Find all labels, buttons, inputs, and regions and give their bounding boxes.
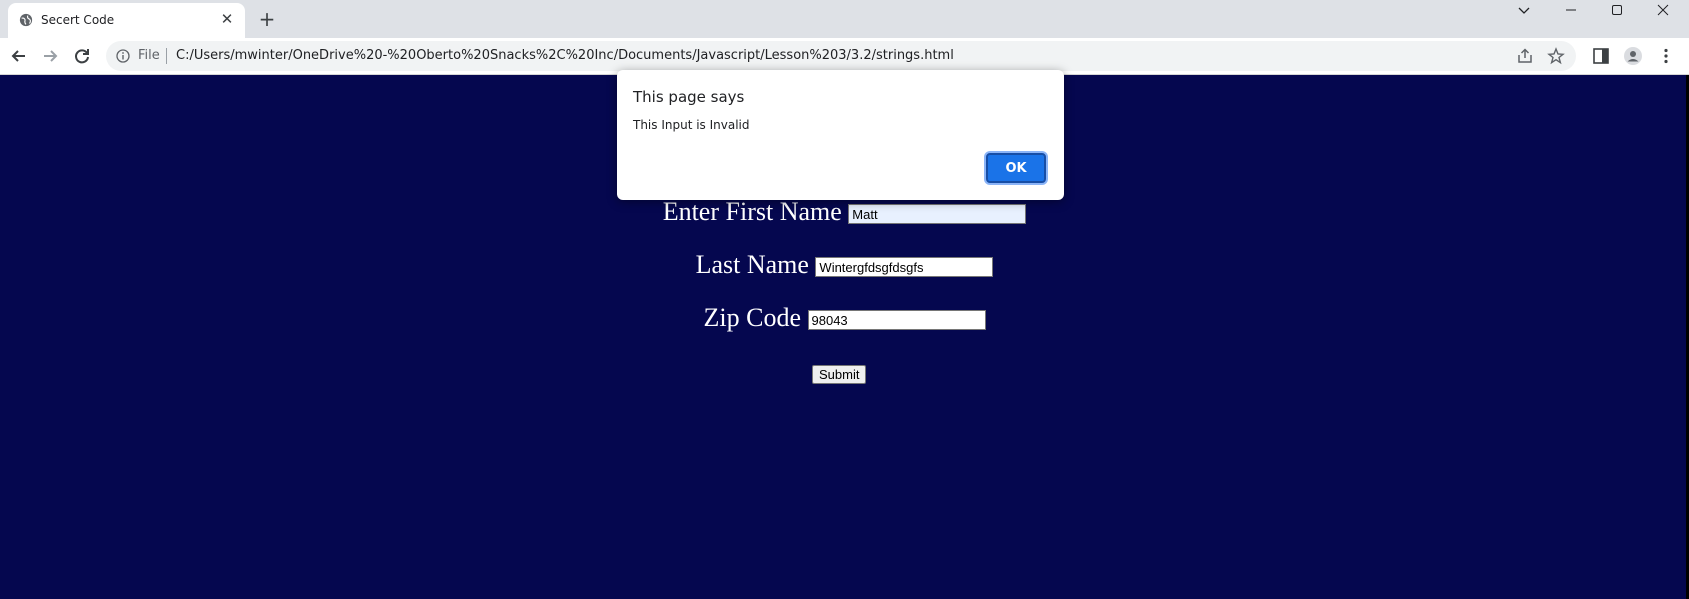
close-icon[interactable] (1643, 0, 1683, 20)
side-panel-icon[interactable] (1592, 47, 1610, 65)
share-icon[interactable] (1516, 47, 1534, 65)
browser-tab[interactable]: Secert Code ✕ (8, 3, 245, 38)
dialog-title: This page says (633, 88, 745, 106)
ok-button[interactable]: OK (986, 153, 1046, 183)
last-name-input[interactable] (815, 257, 994, 278)
minimize-icon[interactable] (1551, 0, 1591, 20)
tab-close-icon[interactable]: ✕ (219, 12, 235, 28)
first-name-row: Enter First Name (0, 197, 1689, 227)
maximize-icon[interactable] (1597, 0, 1637, 20)
tab-search-icon[interactable] (1504, 0, 1544, 20)
new-tab-button[interactable]: + (256, 8, 278, 30)
info-icon[interactable] (116, 49, 130, 63)
zip-label: Zip Code (703, 303, 802, 332)
submit-button[interactable]: Submit (812, 365, 867, 384)
zip-row: Zip Code (0, 303, 1689, 333)
globe-icon (19, 13, 33, 27)
tab-title: Secert Code (41, 13, 115, 27)
alert-dialog: This page says This Input is Invalid OK (617, 70, 1064, 200)
address-bar[interactable]: File C:/Users/mwinter/OneDrive%20-%20Obe… (106, 41, 1576, 71)
star-icon[interactable] (1547, 47, 1565, 65)
url-text[interactable]: C:/Users/mwinter/OneDrive%20-%20Oberto%2… (176, 48, 954, 63)
omnibox-divider (166, 48, 167, 64)
scheme-label: File (138, 48, 160, 63)
last-name-label: Last Name (695, 250, 809, 279)
first-name-input[interactable] (848, 204, 1027, 225)
tab-strip: Secert Code ✕ + (0, 0, 1689, 38)
forward-arrow-icon[interactable] (39, 45, 61, 67)
dialog-message: This Input is Invalid (633, 118, 750, 132)
zip-input[interactable] (807, 310, 986, 331)
last-name-row: Last Name (0, 250, 1689, 280)
first-name-label: Enter First Name (662, 197, 842, 226)
back-arrow-icon[interactable] (8, 45, 30, 67)
reload-icon[interactable] (71, 45, 93, 67)
menu-icon[interactable] (1657, 47, 1675, 65)
profile-icon[interactable] (1624, 47, 1642, 65)
